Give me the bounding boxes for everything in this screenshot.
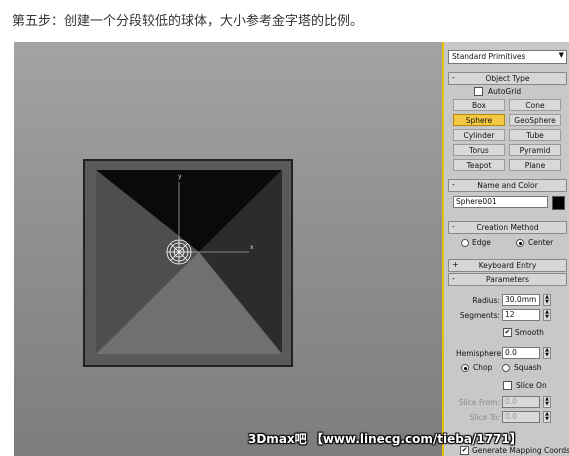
cylinder-button[interactable]: Cylinder — [453, 129, 505, 141]
segments-field[interactable]: 12 — [502, 309, 540, 321]
slice-on-checkbox[interactable] — [503, 381, 512, 390]
edge-radio[interactable] — [461, 239, 469, 247]
tube-button[interactable]: Tube — [509, 129, 561, 141]
dropdown-value: Standard Primitives — [452, 52, 526, 61]
primitive-type-dropdown[interactable]: Standard Primitives ▼ — [448, 50, 567, 64]
slice-from-label: Slice From: — [458, 398, 500, 407]
rollout-title: Keyboard Entry — [478, 261, 537, 270]
edge-label: Edge — [472, 238, 491, 247]
geosphere-button[interactable]: GeoSphere — [509, 114, 561, 126]
hemisphere-label: Hemisphere: — [456, 349, 504, 358]
hemisphere-spinner-icon[interactable]: ▲ ▼ — [543, 347, 551, 359]
torus-button[interactable]: Torus — [453, 144, 505, 156]
chop-label: Chop — [473, 363, 493, 372]
radius-field[interactable]: 30.0mm — [502, 294, 540, 306]
teapot-button[interactable]: Teapot — [453, 159, 505, 171]
pyramid-and-sphere-view: y x — [83, 159, 293, 367]
slice-on-label: Slice On — [516, 381, 547, 390]
generate-mapping-label: Generate Mapping Coords — [472, 446, 569, 455]
rollout-title: Name and Color — [477, 181, 538, 190]
center-radio[interactable] — [516, 239, 524, 247]
radius-spinner-icon[interactable]: ▲ ▼ — [543, 294, 551, 306]
slice-from-spinner-icon[interactable]: ▲ ▼ — [543, 396, 551, 408]
squash-radio[interactable] — [502, 364, 510, 372]
command-panel: Standard Primitives ▼ - Object Type Auto… — [444, 42, 569, 456]
segments-spinner-icon[interactable]: ▲ ▼ — [543, 309, 551, 321]
slice-to-field[interactable]: 0.0 — [502, 411, 540, 423]
autogrid-label: AutoGrid — [488, 87, 522, 96]
autogrid-checkbox[interactable] — [474, 87, 483, 96]
x-axis-label: x — [250, 244, 254, 251]
step-caption: 第五步：创建一个分段较低的球体，大小参考金字塔的比例。 — [12, 14, 364, 29]
plane-button[interactable]: Plane — [509, 159, 561, 171]
segments-label: Segments: — [459, 311, 500, 320]
smooth-label: Smooth — [515, 328, 544, 337]
box-button[interactable]: Box — [453, 99, 505, 111]
rollout-title: Parameters — [486, 275, 529, 284]
chevron-down-icon: ▼ — [558, 51, 564, 59]
slice-from-field[interactable]: 0.0 — [502, 396, 540, 408]
center-label: Center — [528, 238, 554, 247]
top-viewport[interactable]: y x — [14, 42, 442, 456]
slice-to-label: Slice To: — [469, 413, 500, 422]
y-axis-label: y — [178, 173, 182, 180]
pyramid-button[interactable]: Pyramid — [509, 144, 561, 156]
sphere-wireframe — [166, 239, 192, 265]
radius-label: Radius: — [472, 296, 500, 305]
rollout-title: Creation Method — [476, 223, 539, 232]
squash-label: Squash — [514, 363, 542, 372]
object-name-field[interactable]: Sphere001 — [453, 196, 548, 208]
hemisphere-field[interactable]: 0.0 — [502, 347, 540, 359]
object-type-rollout-header[interactable]: - Object Type — [448, 72, 567, 85]
name-color-rollout-header[interactable]: - Name and Color — [448, 179, 567, 192]
chop-radio[interactable] — [461, 364, 469, 372]
object-color-swatch[interactable] — [552, 196, 565, 210]
smooth-checkbox[interactable]: ✔ — [503, 328, 512, 337]
watermark: 3Dmax吧 【www.linecg.com/tieba/1771】 — [248, 432, 522, 446]
cone-button[interactable]: Cone — [509, 99, 561, 111]
keyboard-entry-rollout-header[interactable]: + Keyboard Entry — [448, 259, 567, 272]
rollout-title: Object Type — [485, 74, 530, 83]
creation-method-rollout-header[interactable]: - Creation Method — [448, 221, 567, 234]
generate-mapping-checkbox[interactable]: ✔ — [460, 446, 469, 455]
parameters-rollout-header[interactable]: - Parameters — [448, 273, 567, 286]
sphere-button[interactable]: Sphere — [453, 114, 505, 126]
slice-to-spinner-icon[interactable]: ▲ ▼ — [543, 411, 551, 423]
